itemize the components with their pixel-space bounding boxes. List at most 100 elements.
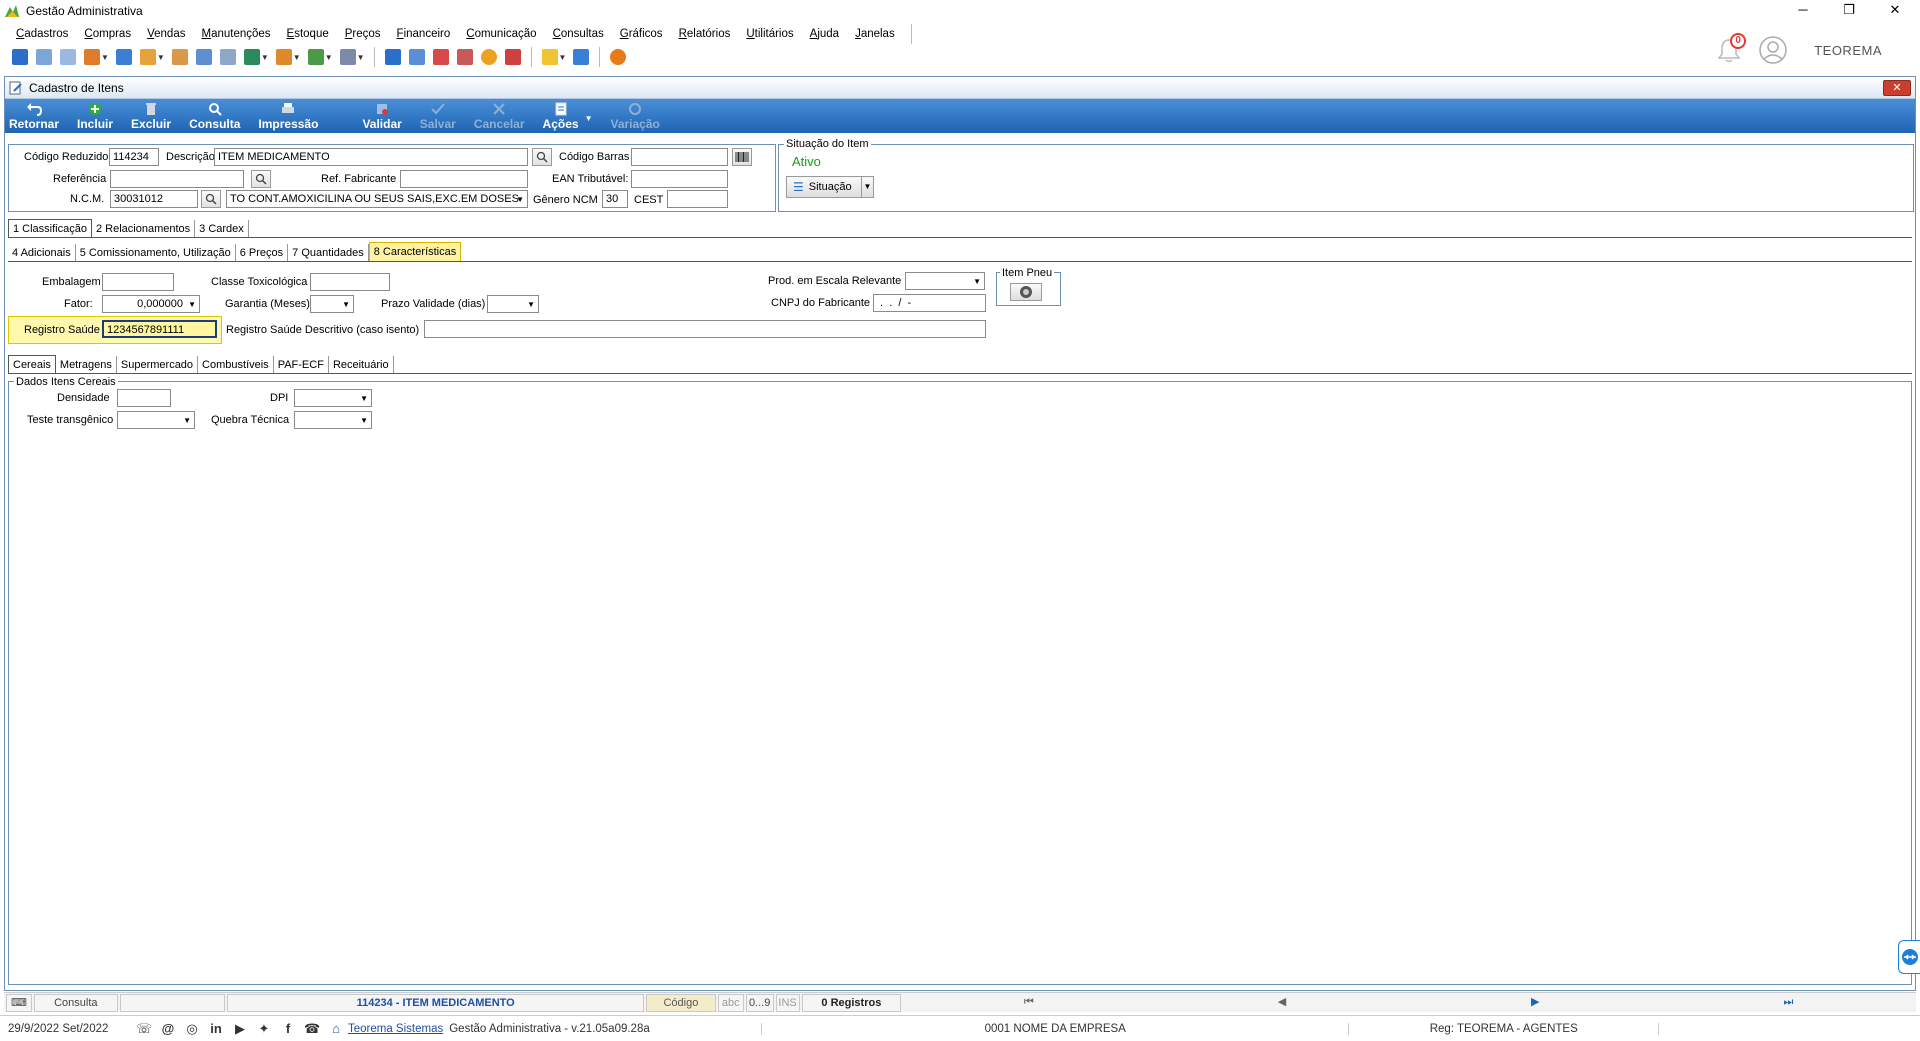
monitor-icon[interactable] — [384, 49, 401, 65]
tab-classificacao[interactable]: 1 Classificação — [8, 219, 92, 238]
twitter-icon[interactable]: ✦ — [256, 1021, 272, 1037]
menu-relatorios[interactable]: Relatórios — [679, 28, 731, 40]
excluir-button[interactable]: Excluir — [131, 102, 171, 133]
tab-receituario[interactable]: Receituário — [329, 356, 394, 374]
chevron-down-icon[interactable]: ▼ — [585, 114, 593, 123]
menu-janelas[interactable]: Janelas — [855, 28, 895, 40]
grid-icon[interactable] — [60, 49, 76, 65]
referencia-field[interactable] — [110, 170, 244, 188]
linkedin-icon[interactable]: in — [208, 1021, 224, 1037]
salvar-button[interactable]: Salvar — [420, 102, 456, 133]
hierarchy-icon[interactable] — [84, 49, 100, 65]
doc-icon[interactable] — [115, 49, 132, 65]
barcode-button[interactable] — [732, 148, 752, 166]
ncm-field[interactable]: 30031012 — [110, 190, 198, 208]
genero-ncm-field[interactable]: 30 — [602, 190, 628, 208]
tab-precos[interactable]: 6 Preços — [236, 244, 289, 262]
whatsapp-icon[interactable]: ☎ — [304, 1021, 320, 1037]
invoice-icon[interactable] — [504, 49, 521, 65]
chevron-down-icon[interactable]: ▼ — [261, 53, 269, 62]
chevron-down-icon[interactable]: ▼ — [157, 53, 165, 62]
truck-icon[interactable] — [307, 49, 324, 65]
chevron-down-icon[interactable]: ▼ — [293, 53, 301, 62]
codigo-reduzido-field[interactable]: 114234 — [109, 148, 159, 166]
prod-escala-select[interactable] — [905, 272, 985, 290]
acoes-button[interactable]: Ações — [543, 102, 579, 133]
calendar-icon[interactable] — [432, 49, 449, 65]
person-icon[interactable] — [171, 49, 188, 65]
descricao-field[interactable]: ITEM MEDICAMENTO — [214, 148, 528, 166]
dpi-select[interactable] — [294, 389, 372, 407]
close-button[interactable]: ✕ — [1872, 0, 1918, 22]
tab-paf-ecf[interactable]: PAF-ECF — [274, 356, 329, 374]
nav-prev-button[interactable]: ◀ — [1156, 994, 1407, 1012]
registro-saude-descritivo-field[interactable] — [424, 320, 986, 338]
descricao-search-button[interactable] — [532, 148, 552, 166]
headset-icon[interactable]: ☏ — [136, 1021, 152, 1037]
validar-button[interactable]: Validar — [362, 102, 402, 133]
restore-button[interactable]: ❐ — [1826, 0, 1872, 22]
chevron-down-icon[interactable]: ▼ — [325, 53, 333, 62]
codigo-barras-field[interactable] — [631, 148, 728, 166]
retornar-button[interactable]: Retornar — [9, 102, 59, 133]
chevron-down-icon[interactable]: ▼ — [101, 53, 109, 62]
tab-cereais[interactable]: Cereais — [8, 355, 56, 374]
quebra-tecnica-select[interactable] — [294, 411, 372, 429]
info-icon[interactable] — [573, 49, 590, 65]
list-icon[interactable] — [219, 49, 236, 65]
incluir-button[interactable]: Incluir — [77, 102, 113, 133]
nav-last-button[interactable]: ⏭ — [1663, 994, 1914, 1012]
cest-field[interactable] — [667, 190, 728, 208]
ean-field[interactable] — [631, 170, 728, 188]
garantia-select[interactable] — [310, 295, 354, 313]
tab-combustiveis[interactable]: Combustíveis — [198, 356, 274, 374]
menu-utilitarios[interactable]: Utilitários — [746, 28, 793, 40]
youtube-icon[interactable]: ▶ — [232, 1021, 248, 1037]
calculator-icon[interactable] — [408, 49, 425, 65]
ncm-search-button[interactable] — [201, 190, 221, 208]
company-link[interactable]: Teorema Sistemas — [348, 1023, 443, 1035]
referencia-search-button[interactable] — [251, 170, 271, 188]
tab-comissionamento[interactable]: 5 Comissionamento, Utilização — [76, 244, 236, 262]
menu-graficos[interactable]: Gráficos — [620, 28, 663, 40]
star-icon[interactable] — [541, 49, 558, 65]
situacao-button[interactable]: ☰ Situação ▼ — [786, 176, 874, 198]
printer-icon[interactable] — [339, 49, 356, 65]
menu-vendas[interactable]: Vendas — [147, 28, 185, 40]
tab-quantidades[interactable]: 7 Quantidades — [288, 244, 369, 262]
variacao-button[interactable]: Variação — [610, 102, 660, 133]
embalagem-field[interactable] — [102, 273, 174, 291]
cnpj-fabricante-field[interactable]: . . / - — [873, 294, 986, 312]
tab-relacionamentos[interactable]: 2 Relacionamentos — [92, 220, 196, 238]
menu-comunicacao[interactable]: Comunicação — [466, 28, 536, 40]
fator-field[interactable]: 0,000000 — [102, 295, 200, 313]
cancelar-button[interactable]: Cancelar — [474, 102, 525, 133]
box-icon[interactable] — [139, 49, 156, 65]
classe-toxicologica-field[interactable] — [310, 273, 390, 291]
chart-icon[interactable] — [456, 49, 473, 65]
menu-manutencoes[interactable]: Manutenções — [201, 28, 270, 40]
impressao-button[interactable]: Impressão — [258, 102, 318, 133]
menu-cadastros[interactable]: Cadastros — [16, 28, 68, 40]
order-field[interactable]: Código — [646, 993, 716, 1012]
registro-saude-field[interactable]: 1234567891111 — [102, 320, 217, 338]
remote-support-tab[interactable] — [1898, 940, 1920, 974]
teste-transgenico-select[interactable] — [117, 411, 195, 429]
notification-bell[interactable]: 0 — [1714, 33, 1747, 65]
tab-cardex[interactable]: 3 Cardex — [195, 220, 249, 238]
chevron-down-icon[interactable]: ▼ — [559, 53, 567, 62]
tab-adicionais[interactable]: 4 Adicionais — [8, 244, 76, 262]
facebook-icon[interactable]: f — [280, 1021, 296, 1037]
tab-caracteristicas[interactable]: 8 Características — [368, 242, 462, 262]
menu-financeiro[interactable]: Financeiro — [397, 28, 451, 40]
tab-metragens[interactable]: Metragens — [56, 356, 117, 374]
nav-next-button[interactable]: ▶ — [1410, 994, 1661, 1012]
inner-close-button[interactable]: ✕ — [1883, 80, 1911, 96]
menu-ajuda[interactable]: Ajuda — [810, 28, 839, 40]
user-avatar-icon[interactable] — [1758, 35, 1788, 65]
nav-first-button[interactable]: ⏮ — [903, 994, 1154, 1012]
prazo-validade-select[interactable] — [487, 295, 539, 313]
menu-precos[interactable]: Preços — [345, 28, 381, 40]
folder-icon[interactable] — [12, 49, 28, 65]
menu-compras[interactable]: Compras — [84, 28, 131, 40]
